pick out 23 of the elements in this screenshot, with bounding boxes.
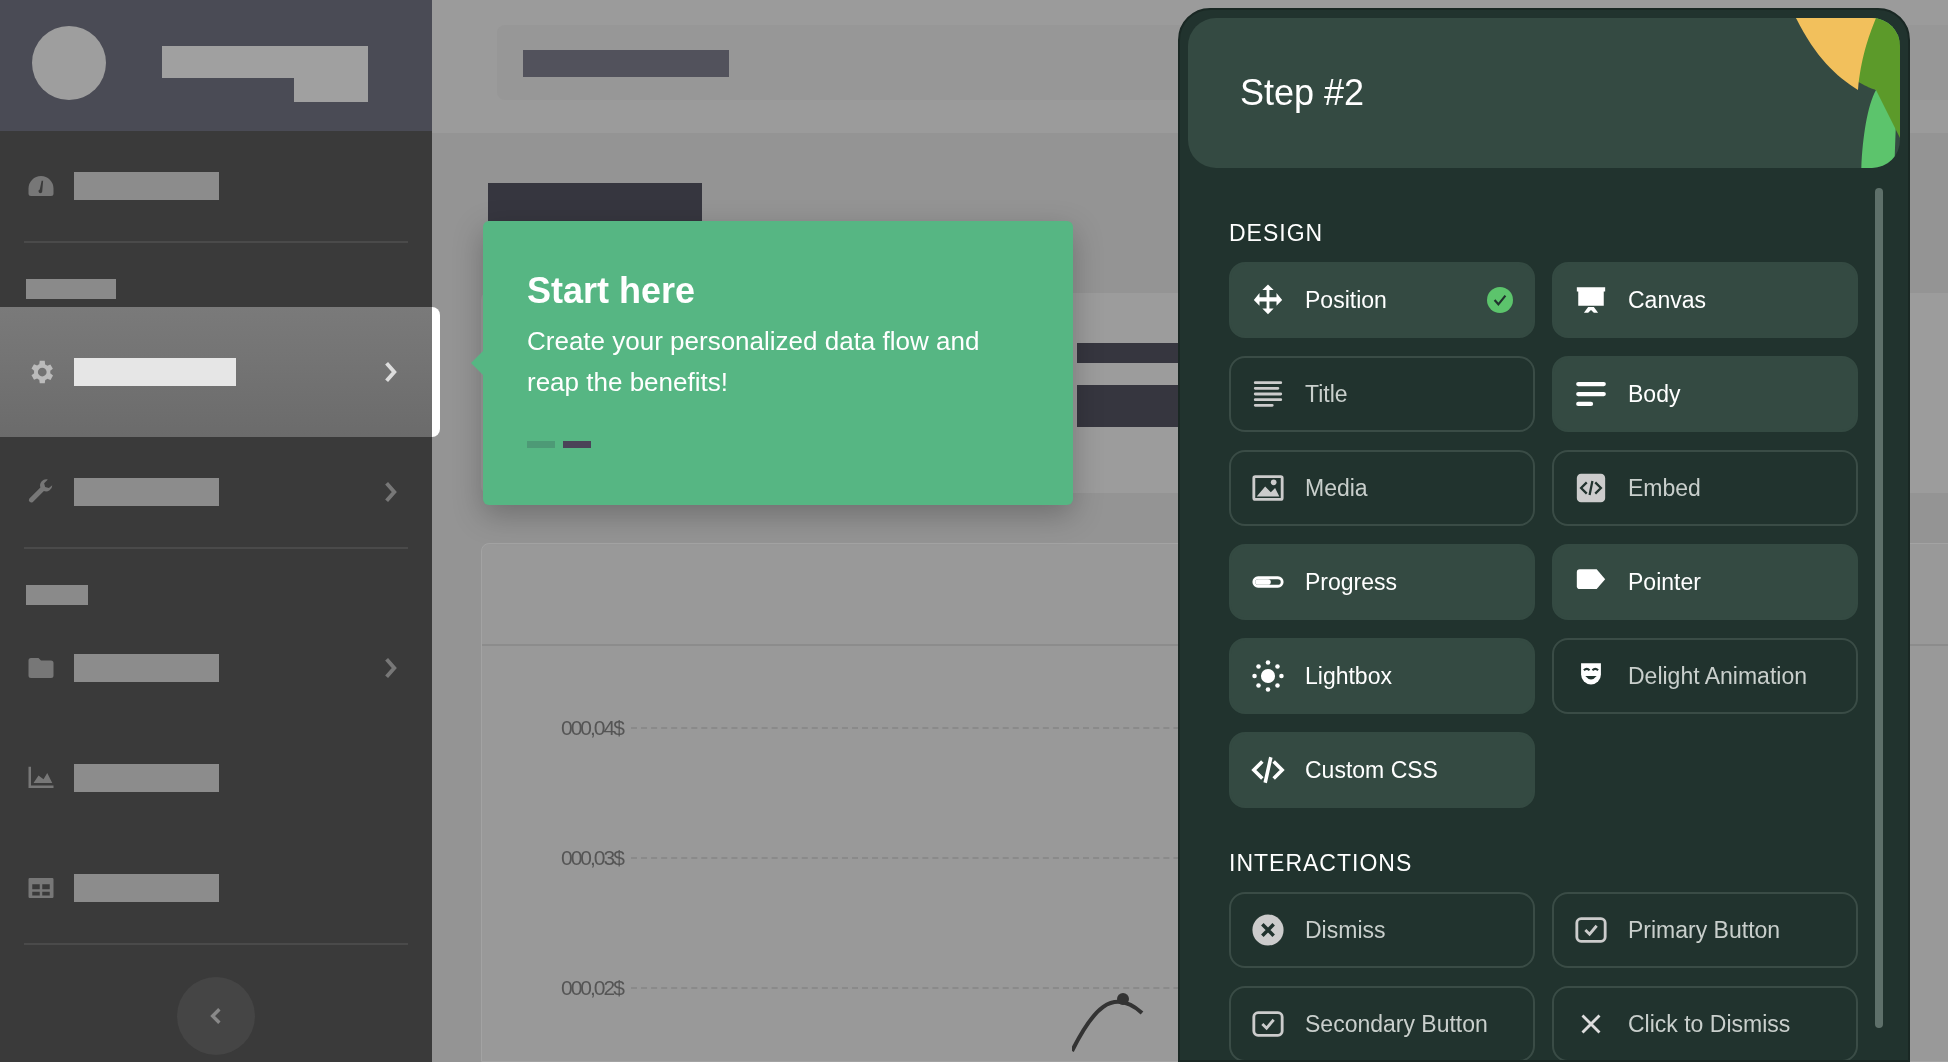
tooltip-title: Start here: [527, 271, 697, 311]
option-tile[interactable]: Embed: [1552, 450, 1858, 526]
option-tile[interactable]: Custom CSS: [1229, 732, 1535, 808]
panel-title: Step #2: [1240, 72, 1365, 114]
option-tile[interactable]: Click to Dismiss: [1552, 986, 1858, 1060]
option-tile[interactable]: Dismiss: [1229, 892, 1535, 968]
option-tile[interactable]: Media: [1229, 450, 1535, 526]
section-heading: DESIGN: [1229, 220, 1325, 246]
axis-label: 000,04$: [561, 716, 623, 740]
option-tile[interactable]: Delight Animation: [1552, 638, 1858, 714]
tooltip-text: Create your personalized data flow and reap the benefits!: [527, 325, 981, 399]
option-tile[interactable]: Pointer: [1552, 544, 1858, 620]
axis-label: 000,02$: [561, 976, 623, 1000]
option-tile[interactable]: Lightbox: [1229, 638, 1535, 714]
option-tile[interactable]: Body: [1552, 356, 1858, 432]
option-tile[interactable]: Secondary Button: [1229, 986, 1535, 1060]
option-tile[interactable]: Canvas: [1552, 262, 1858, 338]
option-tile[interactable]: Title: [1229, 356, 1535, 432]
option-tile[interactable]: Position: [1229, 262, 1535, 338]
axis-label: 000,03$: [561, 846, 623, 870]
option-tile[interactable]: Progress: [1229, 544, 1535, 620]
section-heading: INTERACTIONS: [1229, 850, 1414, 876]
option-tile[interactable]: Primary Button: [1552, 892, 1858, 968]
